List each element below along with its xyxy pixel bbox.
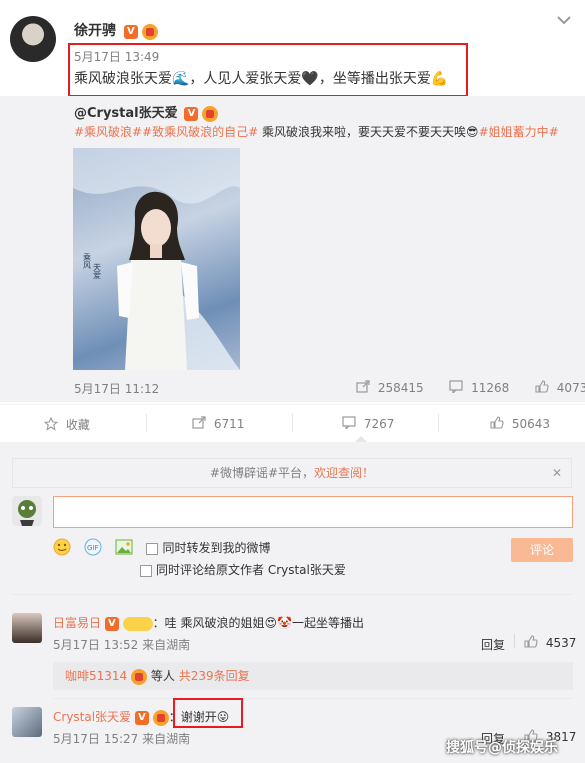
- reply-count-link[interactable]: 共239条回复: [179, 669, 250, 683]
- watermark: 搜狐号@侦探娱乐: [446, 740, 558, 756]
- commenter-name[interactable]: 日富易日: [53, 616, 101, 630]
- comment-item: 日富易日 V ：哇 乘风破浪的姐姐😍🤡一起坐等播出: [53, 614, 364, 631]
- retweet-stats: 258415 11268 40737: [356, 380, 585, 396]
- comment-author-option-label[interactable]: 同时评论给原文作者 Crystal张天爱: [156, 563, 346, 577]
- post-timestamp[interactable]: 5月17日 13:49: [74, 48, 159, 65]
- retweet-author-line: @Crystal张天爱 V: [74, 102, 219, 122]
- retweet-comment-count[interactable]: 11268: [471, 381, 509, 395]
- repost-icon[interactable]: [356, 380, 370, 396]
- comment-author-option: 同时评论给原文作者 Crystal张天爱: [140, 561, 346, 578]
- like-button[interactable]: 50643: [490, 416, 550, 432]
- repost-icon: [192, 416, 206, 432]
- image-icon[interactable]: [115, 539, 133, 558]
- comment-button[interactable]: 7267: [342, 416, 394, 432]
- author-name[interactable]: 徐开骋: [74, 23, 116, 39]
- fan-badge-icon: [131, 668, 148, 685]
- comment-icon[interactable]: [449, 380, 463, 396]
- comment-author-checkbox[interactable]: [140, 564, 152, 577]
- hashtag-link[interactable]: #乘风破浪##致乘风破浪的自己#: [74, 125, 258, 139]
- fan-badge-icon: [141, 23, 158, 40]
- divider: [514, 634, 515, 648]
- divider: [53, 698, 573, 699]
- fan-badge-icon: [152, 709, 169, 726]
- notice-close-icon[interactable]: ✕: [552, 466, 562, 480]
- comment-time: 5月17日 15:27 来自湖南: [53, 732, 191, 746]
- reply-text: 等人: [150, 669, 175, 683]
- repost-checkbox[interactable]: [146, 542, 159, 555]
- verified-icon: V: [184, 106, 199, 121]
- comment-like[interactable]: 4537: [524, 635, 576, 651]
- comment-count: 7267: [363, 416, 395, 431]
- hashtag-link-2[interactable]: #姐姐蓄力中#: [479, 125, 559, 139]
- comment-text: ：哇 乘风破浪的姐姐😍🤡一起坐等播出: [152, 616, 364, 630]
- highlight-box: [173, 698, 243, 728]
- composer-tools: GIF 同时转发到我的微博: [53, 538, 271, 559]
- like-icon: [490, 416, 504, 432]
- author-avatar[interactable]: [10, 16, 56, 62]
- submit-comment-button[interactable]: 评论: [511, 538, 573, 562]
- like-icon: [524, 635, 538, 651]
- repost-option-label[interactable]: 同时转发到我的微博: [162, 541, 270, 555]
- emoji-icon[interactable]: [53, 538, 71, 559]
- fan-badge-icon: [202, 105, 219, 122]
- star-icon: [43, 416, 59, 434]
- verified-icon: V: [134, 710, 149, 725]
- retweet-timestamp[interactable]: 5月17日 11:12: [74, 380, 159, 397]
- divider: [438, 414, 439, 432]
- comment-like-count: 4537: [545, 635, 577, 650]
- svg-text:天爱: 天爱: [93, 263, 102, 280]
- like-icon[interactable]: [535, 380, 549, 396]
- reply-link[interactable]: 回复: [481, 636, 505, 653]
- gif-icon[interactable]: GIF: [83, 538, 103, 559]
- commenter-avatar[interactable]: [12, 707, 42, 737]
- svg-text:GIF: GIF: [87, 544, 99, 552]
- comment-time: 5月17日 13:52 来自湖南: [53, 638, 191, 652]
- repost-button[interactable]: 6711: [192, 416, 244, 432]
- member-badge-icon: [122, 616, 153, 631]
- like-count: 50643: [511, 416, 551, 431]
- retweet-repost-count[interactable]: 258415: [378, 381, 424, 395]
- repost-count: 6711: [213, 416, 245, 431]
- commenter-avatar[interactable]: [12, 613, 42, 643]
- divider: [292, 414, 293, 432]
- reply-author[interactable]: 咖啡51314: [65, 669, 127, 683]
- comment-icon: [342, 416, 356, 432]
- post-text: 乘风破浪张天爱🌊，人见人爱张天爱🖤，坐等播出张天爱💪: [74, 71, 449, 87]
- retweet-body: 乘风破浪我来啦，要天天爱不要天天唉😎: [258, 125, 479, 139]
- retweet-image[interactable]: 乘风 天爱: [73, 148, 240, 370]
- comment-input[interactable]: [53, 496, 573, 528]
- verified-icon: V: [123, 24, 138, 39]
- author-line: 徐开骋 V: [74, 20, 158, 40]
- reply-preview[interactable]: 咖啡51314 等人 共239条回复: [53, 662, 573, 690]
- divider: [12, 594, 573, 595]
- retweet-text: #乘风破浪##致乘风破浪的自己# 乘风破浪我来啦，要天天爱不要天天唉😎#姐姐蓄力…: [74, 123, 559, 140]
- post-menu-icon[interactable]: [556, 14, 572, 26]
- favorite-button[interactable]: 收藏: [43, 416, 90, 434]
- retweet-author[interactable]: @Crystal张天爱: [74, 106, 178, 121]
- retweet-like-count[interactable]: 40737: [557, 381, 585, 395]
- rumor-notice: #微博辟谣#平台，欢迎查阅！: [12, 458, 572, 488]
- svg-text:乘风: 乘风: [83, 252, 92, 270]
- notice-hashtag[interactable]: #微博辟谣#平台，: [210, 466, 314, 480]
- favorite-label: 收藏: [65, 418, 90, 432]
- divider: [146, 414, 147, 432]
- notice-link[interactable]: 欢迎查阅！: [314, 466, 374, 480]
- verified-icon: V: [104, 616, 119, 631]
- commenter-name[interactable]: Crystal张天爱: [53, 710, 131, 724]
- current-user-avatar[interactable]: [12, 496, 42, 526]
